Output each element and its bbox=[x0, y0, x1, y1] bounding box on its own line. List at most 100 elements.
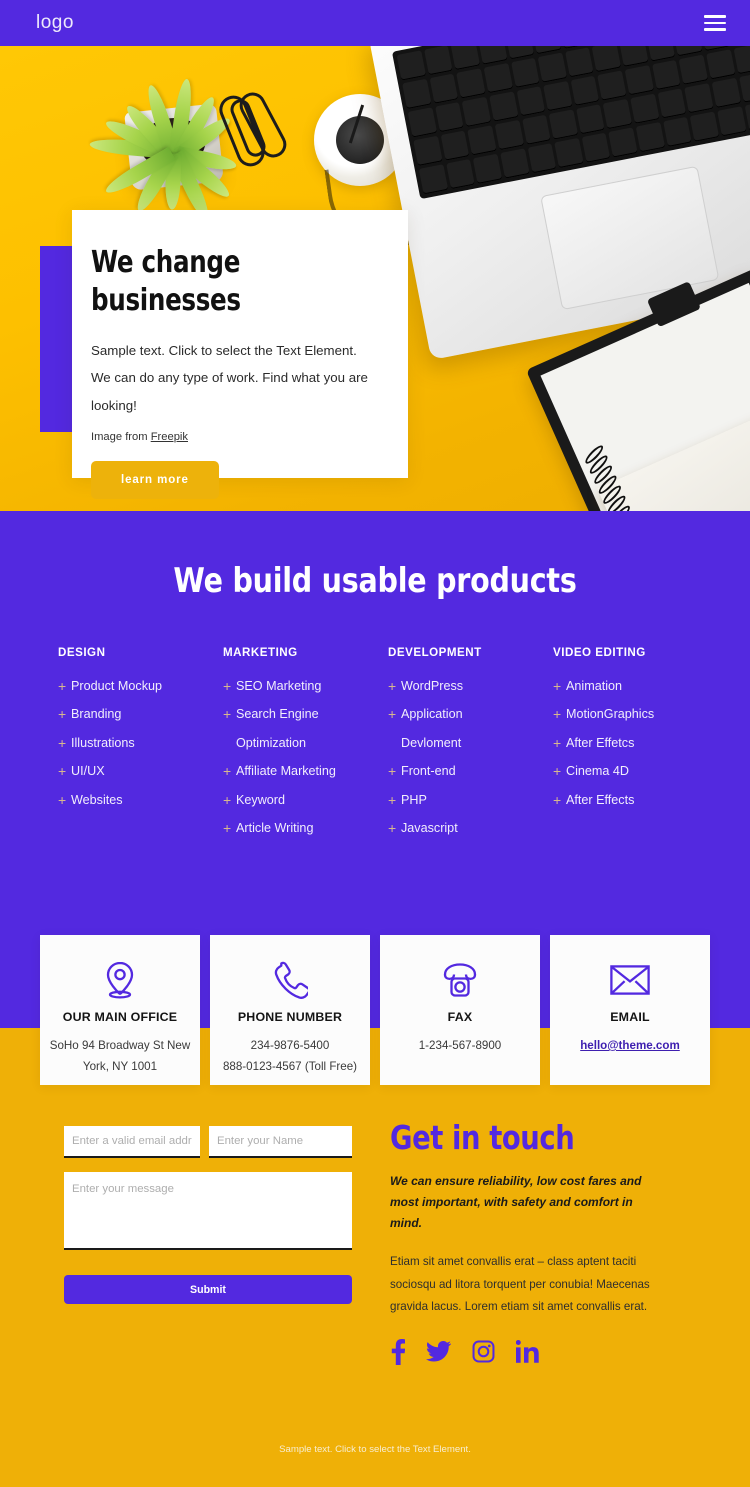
email-link[interactable]: hello@theme.com bbox=[580, 1039, 680, 1052]
keyboard-key-decor bbox=[717, 106, 747, 137]
service-item[interactable]: + Application bbox=[388, 706, 553, 724]
services-column: DESIGN + Product Mockup + Branding + Illustrat… bbox=[58, 646, 223, 848]
service-item[interactable]: + Animation bbox=[553, 678, 718, 696]
submit-button[interactable]: Submit bbox=[64, 1275, 352, 1304]
service-item[interactable]: + UI/UX bbox=[58, 763, 223, 781]
service-item[interactable]: + MotionGraphics bbox=[553, 706, 718, 724]
services-column-title: VIDEO EDITING bbox=[553, 646, 646, 659]
plus-icon: + bbox=[223, 819, 232, 836]
service-item[interactable]: + Javascript bbox=[388, 820, 553, 838]
plus-icon: + bbox=[388, 791, 397, 808]
contact-card: PHONE NUMBER 234-9876-5400 888-0123-4567 (… bbox=[210, 935, 370, 1085]
keyboard-key-decor bbox=[521, 114, 551, 145]
freepik-link[interactable]: Freepik bbox=[151, 431, 188, 443]
service-item[interactable]: + Websites bbox=[58, 792, 223, 810]
hamburger-icon[interactable] bbox=[704, 15, 726, 31]
service-item[interactable]: + Search Engine bbox=[223, 706, 388, 724]
keyboard-key-decor bbox=[429, 73, 459, 104]
service-item[interactable]: + WordPress bbox=[388, 678, 553, 696]
services-column: DEVELOPMENT+WordPress+Application+Devlom… bbox=[388, 646, 553, 848]
keyboard-key-decor bbox=[527, 143, 557, 174]
contact-card-title: FAX bbox=[447, 1010, 473, 1024]
service-item[interactable]: + After Effects bbox=[553, 792, 718, 810]
keyboard-key-decor bbox=[494, 119, 524, 151]
keyboard-key-decor bbox=[738, 72, 750, 103]
message-field[interactable] bbox=[64, 1172, 352, 1250]
plus-icon: + bbox=[553, 763, 562, 780]
get-in-touch-lead: We can ensure reliability, low cost fare… bbox=[390, 1174, 642, 1230]
service-item-label: Javascript bbox=[401, 820, 458, 835]
facebook-icon[interactable] bbox=[390, 1338, 405, 1365]
keyboard-key-decor bbox=[473, 153, 503, 184]
hamburger-bar bbox=[704, 21, 726, 25]
plus-icon: + bbox=[223, 763, 232, 780]
envelope-icon bbox=[610, 959, 650, 1001]
service-item[interactable]: + Product Mockup bbox=[58, 678, 223, 696]
contact-card-lines: 234-9876-5400 888-0123-4567 (Toll Free) bbox=[223, 1035, 357, 1078]
keyboard-key-decor bbox=[516, 86, 546, 117]
keyboard-key-decor bbox=[434, 101, 464, 133]
hero-section: We change businesses Sample text. Click … bbox=[0, 46, 750, 511]
service-item[interactable]: +Optimization bbox=[223, 735, 388, 753]
service-item-label: Branding bbox=[71, 707, 122, 722]
keyboard-key-decor bbox=[651, 59, 682, 91]
fax-icon bbox=[440, 959, 480, 1001]
service-item[interactable]: + Branding bbox=[58, 706, 223, 724]
service-item-label: Keyword bbox=[236, 792, 285, 807]
keyboard-key-decor bbox=[690, 111, 720, 142]
keyboard-key-decor bbox=[423, 46, 453, 76]
keyboard-key-decor bbox=[467, 125, 497, 156]
contact-cards: OUR MAIN OFFICE SoHo 94 Broadway St New Yo… bbox=[40, 935, 710, 1085]
phone-icon bbox=[272, 959, 308, 1001]
linkedin-icon[interactable] bbox=[516, 1340, 540, 1364]
service-item[interactable]: + Cinema 4D bbox=[553, 763, 718, 781]
keyboard-key-decor bbox=[461, 96, 492, 127]
plus-icon: + bbox=[223, 791, 232, 808]
service-item-label: Cinema 4D bbox=[566, 764, 629, 779]
keyboard-key-decor bbox=[554, 137, 584, 169]
email-field[interactable] bbox=[64, 1126, 200, 1158]
hero-subtitle: Sample text. Click to select the Text El… bbox=[91, 343, 368, 413]
map-pin-icon bbox=[103, 959, 137, 1001]
contact-card-title: PHONE NUMBER bbox=[237, 1010, 343, 1024]
name-field[interactable] bbox=[209, 1126, 352, 1158]
logo[interactable]: logo bbox=[36, 12, 74, 34]
tape-roll-hub-decor bbox=[336, 116, 384, 164]
plus-icon: + bbox=[58, 763, 67, 780]
services-column-title: DEVELOPMENT bbox=[388, 646, 482, 659]
service-item[interactable]: +Devloment bbox=[388, 735, 553, 753]
service-item-label: SEO Marketing bbox=[236, 679, 322, 693]
keyboard-key-decor bbox=[592, 46, 622, 73]
service-item[interactable]: + Keyword bbox=[223, 792, 388, 810]
services-heading: We build usable products bbox=[173, 561, 577, 601]
keyboard-key-decor bbox=[450, 46, 481, 71]
keyboard-key-decor bbox=[418, 164, 448, 195]
service-item[interactable]: + PHP bbox=[388, 792, 553, 810]
service-item-label: Search Engine bbox=[236, 707, 319, 722]
keyboard-key-decor bbox=[646, 46, 676, 62]
service-item-label: MotionGraphics bbox=[566, 707, 655, 722]
learn-more-button[interactable]: learn more bbox=[91, 460, 219, 499]
service-item[interactable]: + Affiliate Marketing bbox=[223, 763, 388, 781]
keyboard-key-decor bbox=[407, 107, 437, 138]
service-item[interactable]: + Article Writing bbox=[223, 820, 388, 838]
hero-card: We change businesses Sample text. Click … bbox=[72, 210, 408, 499]
service-item-label: Websites bbox=[71, 792, 123, 807]
instagram-icon[interactable] bbox=[472, 1340, 495, 1363]
plus-icon: + bbox=[58, 734, 67, 751]
service-item[interactable]: + Illustrations bbox=[58, 735, 223, 753]
service-item[interactable]: + SEO Marketing bbox=[223, 678, 388, 696]
service-item-label: After Effects bbox=[566, 792, 635, 807]
contact-card-lines: SoHo 94 Broadway St New York, NY 1001 bbox=[50, 1035, 190, 1078]
keyboard-key-decor bbox=[624, 65, 654, 96]
contact-card-line: York, NY 1001 bbox=[82, 1060, 158, 1074]
service-item-label: WordPress bbox=[401, 679, 464, 693]
contact-card-line: 234-9876-5400 bbox=[250, 1039, 330, 1052]
plus-icon: + bbox=[553, 706, 562, 723]
service-item[interactable]: + Front-end bbox=[388, 763, 553, 781]
keyboard-key-decor bbox=[564, 47, 595, 78]
keyboard-key-decor bbox=[543, 80, 573, 112]
service-item-label: Affiliate Marketing bbox=[236, 764, 336, 779]
twitter-icon[interactable] bbox=[426, 1341, 451, 1362]
service-item[interactable]: + After Effetcs bbox=[553, 735, 718, 753]
